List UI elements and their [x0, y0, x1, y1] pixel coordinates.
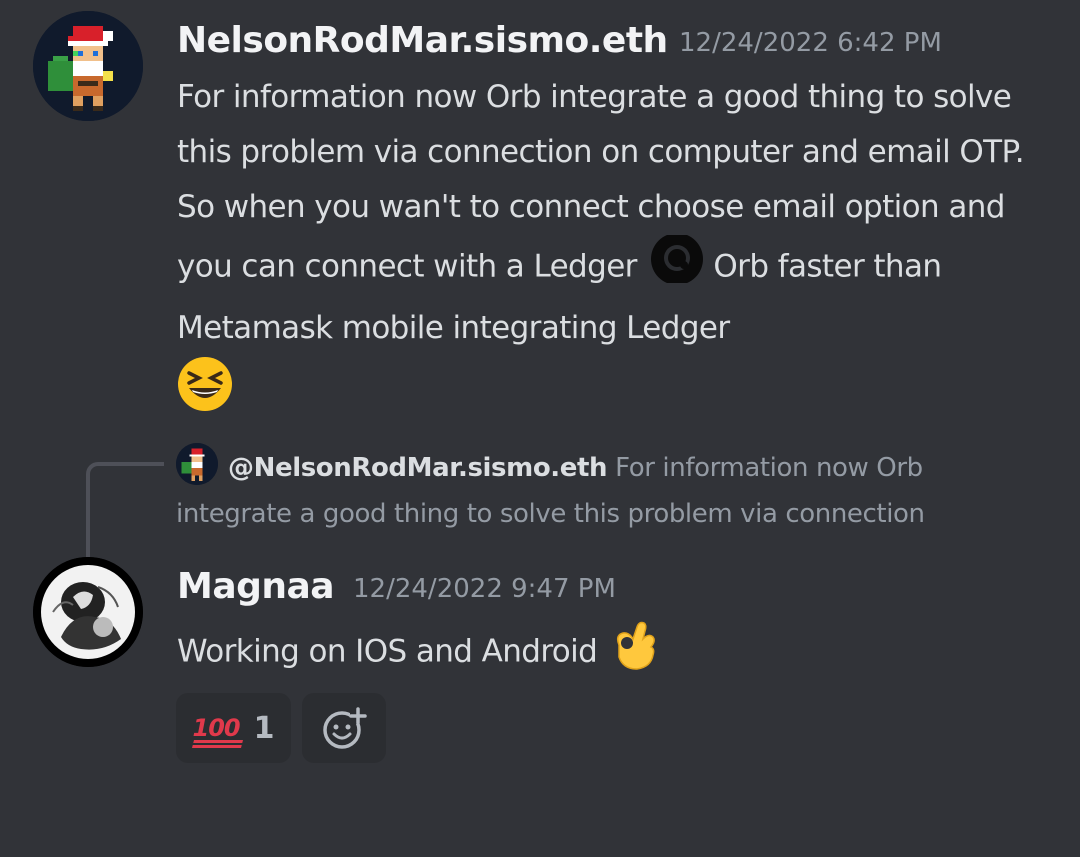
add-reaction-button[interactable] [302, 693, 386, 763]
add-reaction-icon [323, 707, 367, 749]
reaction-hundred[interactable]: 100 1 [176, 693, 291, 763]
reply-connector-line [86, 462, 164, 562]
reply-mention[interactable]: @NelsonRodMar.sismo.eth [228, 453, 608, 483]
reaction-count: 1 [253, 710, 275, 746]
ok-hand-emoji-icon [611, 617, 659, 689]
reply-preview[interactable]: @NelsonRodMar.sismo.eth For information n… [176, 445, 1036, 537]
sketch-portrait-avatar-icon [33, 557, 143, 667]
orb-logo-icon [650, 233, 704, 301]
message-nelson: NelsonRodMar.sismo.eth 12/24/2022 6:42 P… [0, 0, 1080, 420]
avatar-magnaa[interactable] [33, 557, 143, 667]
message-text: Working on IOS and Android [177, 633, 598, 670]
message-timestamp: 12/24/2022 6:42 PM [679, 28, 942, 58]
message-content: For information now Orb integrate a good… [177, 70, 1057, 430]
message-timestamp: 12/24/2022 9:47 PM [353, 574, 616, 604]
laughing-emoji-icon [177, 356, 233, 430]
author-name[interactable]: NelsonRodMar.sismo.eth [177, 20, 668, 61]
hundred-points-icon: 100 [192, 714, 241, 742]
avatar-nelson[interactable] [33, 11, 143, 121]
message-content: Working on IOS and Android [177, 617, 1057, 689]
author-name[interactable]: Magnaa [177, 566, 335, 607]
pixel-santa-avatar-icon [33, 11, 143, 121]
